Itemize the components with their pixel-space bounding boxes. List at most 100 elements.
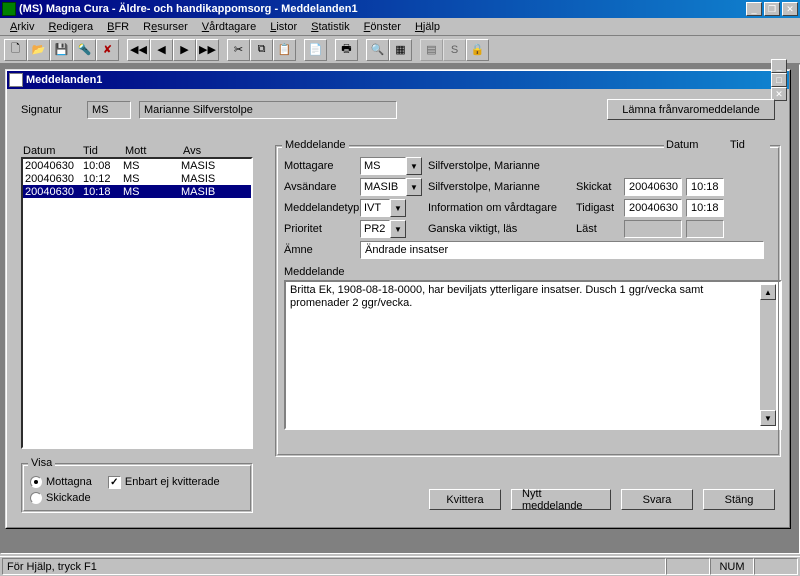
chevron-down-icon[interactable]: ▼ [390,199,406,217]
tb-page-icon[interactable]: ▦ [389,39,412,61]
list-row-selected[interactable]: 20040630 10:18 MS MASIB [23,185,251,198]
mottagna-label: Mottagna [46,476,92,488]
prio-name: Ganska viktigt, läs [428,223,576,235]
child-minimize-button[interactable]: _ [771,59,787,73]
mdi-area: Meddelanden1 _ □ ✕ Signatur MS Marianne … [0,64,800,554]
tb-paste-icon[interactable]: 📋 [273,39,296,61]
prio-label: Prioritet [284,223,360,235]
message-groupbox: Meddelande Datum Tid Mottagare MS ▼ Silf… [275,145,781,457]
svara-button[interactable]: Svara [621,489,693,510]
chevron-down-icon[interactable]: ▼ [406,178,422,196]
amne-field[interactable]: Ändrade insatser [360,241,764,259]
mottagna-radio[interactable] [30,476,42,488]
tb-cut-icon[interactable]: ✂ [227,39,250,61]
prio-combo[interactable]: PR2 ▼ [360,220,406,238]
menu-bfr[interactable]: BFR [101,20,135,34]
hdr-mott: Mott [123,145,181,157]
tb-report-icon[interactable]: 📄 [304,39,327,61]
typ-combo[interactable]: IVT ▼ [360,199,406,217]
stang-button[interactable]: Stäng [703,489,775,510]
datum-header: Datum [666,139,724,151]
mottagare-label: Mottagare [284,160,360,172]
hdr-avs: Avs [181,145,231,157]
tb-last-icon[interactable]: ▶▶ [196,39,219,61]
skickade-radio[interactable] [30,492,42,504]
signatur-label: Signatur [21,104,79,116]
last-datum [624,220,682,238]
minimize-button[interactable]: _ [746,2,762,16]
mottagare-combo[interactable]: MS ▼ [360,157,422,175]
tb-tool2-icon: S [443,39,466,61]
tb-preview-icon[interactable]: 🔍 [366,39,389,61]
menu-resurser[interactable]: Resurser [137,20,194,34]
kvittera-button[interactable]: Kvittera [429,489,501,510]
avsandare-combo[interactable]: MASIB ▼ [360,178,422,196]
child-maximize-button[interactable]: □ [771,73,787,87]
tidigast-label: Tidigast [576,202,624,214]
tb-save-icon[interactable]: 💾 [50,39,73,61]
menu-statistik[interactable]: Statistik [305,20,356,34]
tb-open-icon[interactable]: 📂 [27,39,50,61]
menu-listor[interactable]: Listor [264,20,303,34]
last-tid [686,220,724,238]
menu-vardtagare[interactable]: Vårdtagare [196,20,262,34]
skickat-tid: 10:18 [686,178,724,196]
amne-label: Ämne [284,244,360,256]
body-textarea[interactable]: Britta Ek, 1908-08-18-0000, har beviljat… [284,280,782,430]
status-cell3 [754,558,798,575]
chevron-down-icon[interactable]: ▼ [406,157,422,175]
visa-legend: Visa [28,457,55,469]
signatur-name: Marianne Silfverstolpe [139,101,397,119]
enbart-label: Enbart ej kvitterade [125,476,220,488]
tidigast-datum: 20040630 [624,199,682,217]
hdr-datum: Datum [21,145,81,157]
typ-name: Information om vårdtagare [428,202,576,214]
scroll-up-icon[interactable]: ▲ [760,284,776,300]
scroll-down-icon[interactable]: ▼ [760,410,776,426]
tidigast-tid: 10:18 [686,199,724,217]
menu-hjalp[interactable]: Hjälp [409,20,446,34]
child-icon [9,73,23,87]
tb-tool1-icon: ▤ [420,39,443,61]
tb-next-icon[interactable]: ▶ [173,39,196,61]
avsandare-name: Silfverstolpe, Marianne [428,181,576,193]
tid-header: Tid [730,139,768,151]
scrollbar[interactable]: ▲ ▼ [760,284,776,426]
child-title: Meddelanden1 [26,74,771,86]
skickat-datum: 20040630 [624,178,682,196]
chevron-down-icon[interactable]: ▼ [390,220,406,238]
tb-print-icon[interactable]: 🖶 [335,39,358,61]
avsandare-label: Avsändare [284,181,360,193]
signatur-code: MS [87,101,131,119]
child-window: Meddelanden1 _ □ ✕ Signatur MS Marianne … [5,69,791,529]
tb-find-icon[interactable]: 🔦 [73,39,96,61]
skickat-label: Skickat [576,181,624,193]
status-help: För Hjälp, tryck F1 [2,558,666,575]
tb-delete-icon[interactable]: ✘ [96,39,119,61]
last-label: Läst [576,223,624,235]
enbart-checkbox[interactable]: ✓ [108,476,121,489]
list-row[interactable]: 20040630 10:12 MS MASIS [23,172,251,185]
menu-redigera[interactable]: Redigera [42,20,99,34]
menu-arkiv[interactable]: Arkiv [4,20,40,34]
menu-fonster[interactable]: Fönster [358,20,407,34]
menubar: Arkiv Redigera BFR Resurser Vårdtagare L… [0,18,800,36]
tb-lock-icon[interactable]: 🔒 [466,39,489,61]
statusbar: För Hjälp, tryck F1 NUM [0,556,800,576]
tb-new-icon[interactable]: 🗋 [4,39,27,61]
tb-first-icon[interactable]: ◀◀ [127,39,150,61]
toolbar: 🗋 📂 💾 🔦 ✘ ◀◀ ◀ ▶ ▶▶ ✂ ⧉ 📋 📄 🖶 🔍 ▦ ▤ S 🔒 [0,36,800,64]
nytt-meddelande-button[interactable]: Nytt meddelande [511,489,611,510]
maximize-button[interactable]: ❐ [764,2,780,16]
status-num: NUM [710,558,754,575]
typ-label: Meddelandetyp [284,202,360,214]
absence-button[interactable]: Lämna frånvaromeddelande [607,99,775,120]
app-titlebar: (MS) Magna Cura - Äldre- och handikappom… [0,0,800,18]
message-legend: Meddelande [282,139,349,151]
tb-copy-icon[interactable]: ⧉ [250,39,273,61]
child-titlebar: Meddelanden1 _ □ ✕ [7,71,789,89]
tb-prev-icon[interactable]: ◀ [150,39,173,61]
message-listbox[interactable]: 20040630 10:08 MS MASIS 20040630 10:12 M… [21,157,253,449]
close-button[interactable]: ✕ [782,2,798,16]
list-row[interactable]: 20040630 10:08 MS MASIS [23,159,251,172]
